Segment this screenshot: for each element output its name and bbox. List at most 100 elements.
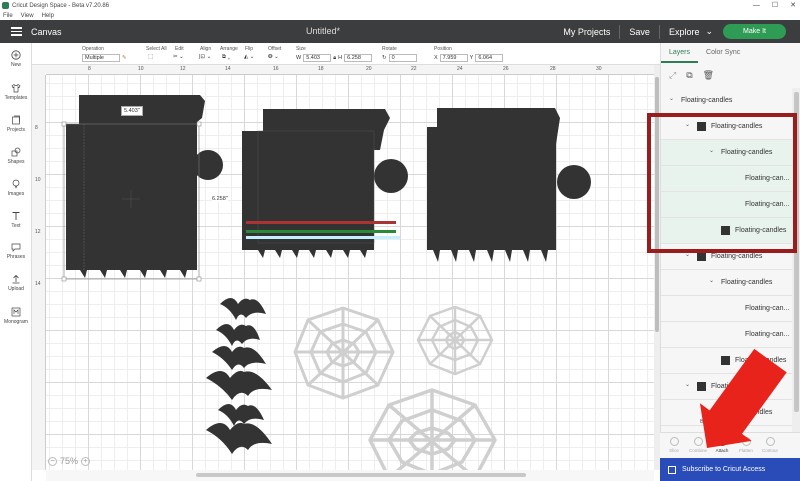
combine-button[interactable]: Combine bbox=[686, 437, 710, 453]
layer-label: Floating-candles bbox=[721, 279, 773, 286]
height-dimension-label: 6.258" bbox=[212, 196, 228, 202]
spider-web-3[interactable] bbox=[368, 388, 497, 470]
layer-row[interactable]: Floating-can... bbox=[661, 322, 792, 348]
combine-icon bbox=[693, 437, 703, 446]
rotate-input[interactable]: 0 bbox=[388, 54, 417, 62]
pen-icon: ✎ bbox=[122, 55, 127, 61]
sidebar-label: Monogram bbox=[4, 319, 28, 325]
size-inputs: W 5.403 🔒︎ H 6.258 bbox=[296, 54, 373, 62]
sidebar-label: Upload bbox=[8, 286, 24, 292]
select-all-label: Select All bbox=[146, 46, 167, 52]
bat-stack[interactable] bbox=[206, 298, 272, 454]
width-input[interactable]: 5.403 bbox=[303, 54, 332, 62]
sidebar-label: Images bbox=[7, 191, 25, 197]
flip-icon[interactable]: ◭ ⌄ bbox=[244, 54, 254, 60]
chevron-down-icon[interactable]: ⌄ bbox=[709, 277, 714, 284]
scrollbar-thumb[interactable] bbox=[196, 473, 526, 477]
offset-label: Offset bbox=[268, 46, 282, 52]
sidebar-item-projects[interactable]: Projects bbox=[0, 115, 32, 133]
ruler-tick: 14 bbox=[225, 66, 231, 72]
lock-icon[interactable]: 🔒︎ bbox=[333, 55, 336, 62]
layer-row[interactable]: Floating-can... bbox=[661, 296, 792, 322]
duplicate-icon[interactable]: ⧉ bbox=[686, 70, 692, 81]
minimize-button[interactable]: — bbox=[753, 0, 760, 11]
hamburger-menu-icon[interactable] bbox=[11, 27, 22, 36]
layer-label: Floating-can... bbox=[745, 331, 790, 338]
monogram-icon bbox=[11, 307, 21, 317]
group-icon[interactable]: ⤢ bbox=[669, 70, 676, 81]
layer-label: Floating-candles bbox=[735, 357, 787, 364]
selection-handle[interactable] bbox=[61, 276, 67, 282]
trash-icon[interactable]: 🗑︎ bbox=[703, 70, 714, 81]
arrange-icon[interactable]: ⧉ ⌄ bbox=[222, 54, 230, 61]
layer-label: Floating-candles bbox=[711, 253, 763, 260]
width-dimension-label: 5.403" bbox=[121, 106, 143, 116]
spider-web-2[interactable] bbox=[416, 305, 494, 376]
document-title[interactable]: Untitled* bbox=[306, 26, 340, 36]
position-x-input[interactable]: 7.959 bbox=[439, 54, 468, 62]
make-it-button[interactable]: Make It bbox=[723, 24, 786, 39]
chevron-down-icon[interactable]: ⌄ bbox=[709, 407, 714, 414]
attach-button[interactable]: Attach bbox=[710, 437, 734, 453]
layer-row[interactable]: ⌄ Floating-candles bbox=[661, 88, 792, 114]
maximize-button[interactable]: ☐ bbox=[772, 0, 778, 11]
flatten-button[interactable]: Flatten bbox=[734, 437, 758, 453]
design-canvas[interactable] bbox=[46, 75, 654, 470]
ruler-tick: 12 bbox=[35, 229, 41, 235]
spider-web-1[interactable] bbox=[293, 306, 395, 400]
menu-help[interactable]: Help bbox=[42, 13, 54, 19]
candle-3[interactable] bbox=[427, 108, 591, 262]
position-inputs: X 7.959 Y 6.064 bbox=[434, 54, 504, 62]
sidebar-item-new[interactable]: New bbox=[0, 50, 32, 68]
select-all-icon[interactable]: ⬚ bbox=[148, 54, 153, 60]
layer-row[interactable]: Floating-candles bbox=[661, 348, 792, 374]
zoom-out-button[interactable]: − bbox=[48, 456, 57, 466]
menu-file[interactable]: File bbox=[3, 13, 13, 19]
position-y-input[interactable]: 6.064 bbox=[475, 54, 504, 62]
close-window-button[interactable]: ✕ bbox=[790, 0, 796, 11]
layer-swatch-icon[interactable] bbox=[697, 382, 706, 391]
edit-icon[interactable]: ✂ ⌄ bbox=[173, 54, 184, 60]
projects-icon bbox=[12, 115, 20, 125]
my-projects-link[interactable]: My Projects bbox=[563, 27, 610, 37]
sidebar-item-images[interactable]: Images bbox=[0, 179, 32, 197]
chevron-down-icon[interactable]: ⌄ bbox=[685, 381, 690, 388]
blank-canvas-label: Blank Canvas bbox=[700, 419, 731, 425]
sidebar-item-shapes[interactable]: Shapes bbox=[0, 147, 32, 165]
window-title: Cricut Design Space - Beta v7.20.86 bbox=[12, 2, 110, 9]
sidebar-item-templates[interactable]: Templates bbox=[0, 83, 32, 101]
sidebar-item-text[interactable]: Text bbox=[0, 211, 32, 229]
upload-icon bbox=[12, 274, 20, 284]
zoom-in-button[interactable]: + bbox=[81, 456, 91, 466]
layer-swatch-icon[interactable] bbox=[697, 252, 706, 261]
height-input[interactable]: 6.258 bbox=[344, 54, 373, 62]
tab-layers[interactable]: Layers bbox=[661, 43, 699, 63]
subscribe-banner[interactable]: Subscribe to Cricut Access bbox=[660, 458, 800, 481]
candle-2[interactable] bbox=[242, 109, 408, 258]
canvas-horizontal-scrollbar[interactable] bbox=[46, 470, 654, 481]
align-icon[interactable]: |⊡ ⌄ bbox=[199, 54, 211, 60]
rotate-input-group: ↻ 0 bbox=[382, 54, 417, 62]
pos-y-prefix: Y bbox=[469, 55, 474, 61]
slice-button[interactable]: Slice bbox=[662, 437, 686, 453]
tab-color-sync[interactable]: Color Sync bbox=[698, 43, 748, 63]
explore-dropdown[interactable]: Explore ⌄ bbox=[669, 26, 713, 37]
layer-row[interactable]: ⌄ Floating-candles bbox=[661, 374, 792, 400]
menu-view[interactable]: View bbox=[21, 13, 34, 19]
zoom-control: − 75% + bbox=[48, 456, 91, 466]
offset-icon[interactable]: ❂ ⌄ bbox=[268, 54, 279, 60]
chevron-down-icon[interactable]: ⌄ bbox=[669, 95, 674, 102]
contour-button[interactable]: Contour bbox=[758, 437, 782, 453]
selection-handle[interactable] bbox=[196, 276, 202, 282]
selection-handle[interactable] bbox=[196, 121, 202, 127]
save-button[interactable]: Save bbox=[629, 27, 650, 37]
header-divider bbox=[619, 24, 621, 39]
layer-row[interactable]: ⌄ Floating-candles bbox=[661, 270, 792, 296]
selection-handle[interactable] bbox=[61, 121, 67, 127]
sidebar-item-monogram[interactable]: Monogram bbox=[0, 307, 32, 325]
sidebar-item-phrases[interactable]: Phrases bbox=[0, 242, 32, 260]
operation-select[interactable]: Multiple ✎ bbox=[82, 54, 127, 62]
layer-swatch-icon[interactable] bbox=[721, 356, 730, 365]
overlay-line-cyan bbox=[246, 236, 400, 239]
sidebar-item-upload[interactable]: Upload bbox=[0, 274, 32, 292]
